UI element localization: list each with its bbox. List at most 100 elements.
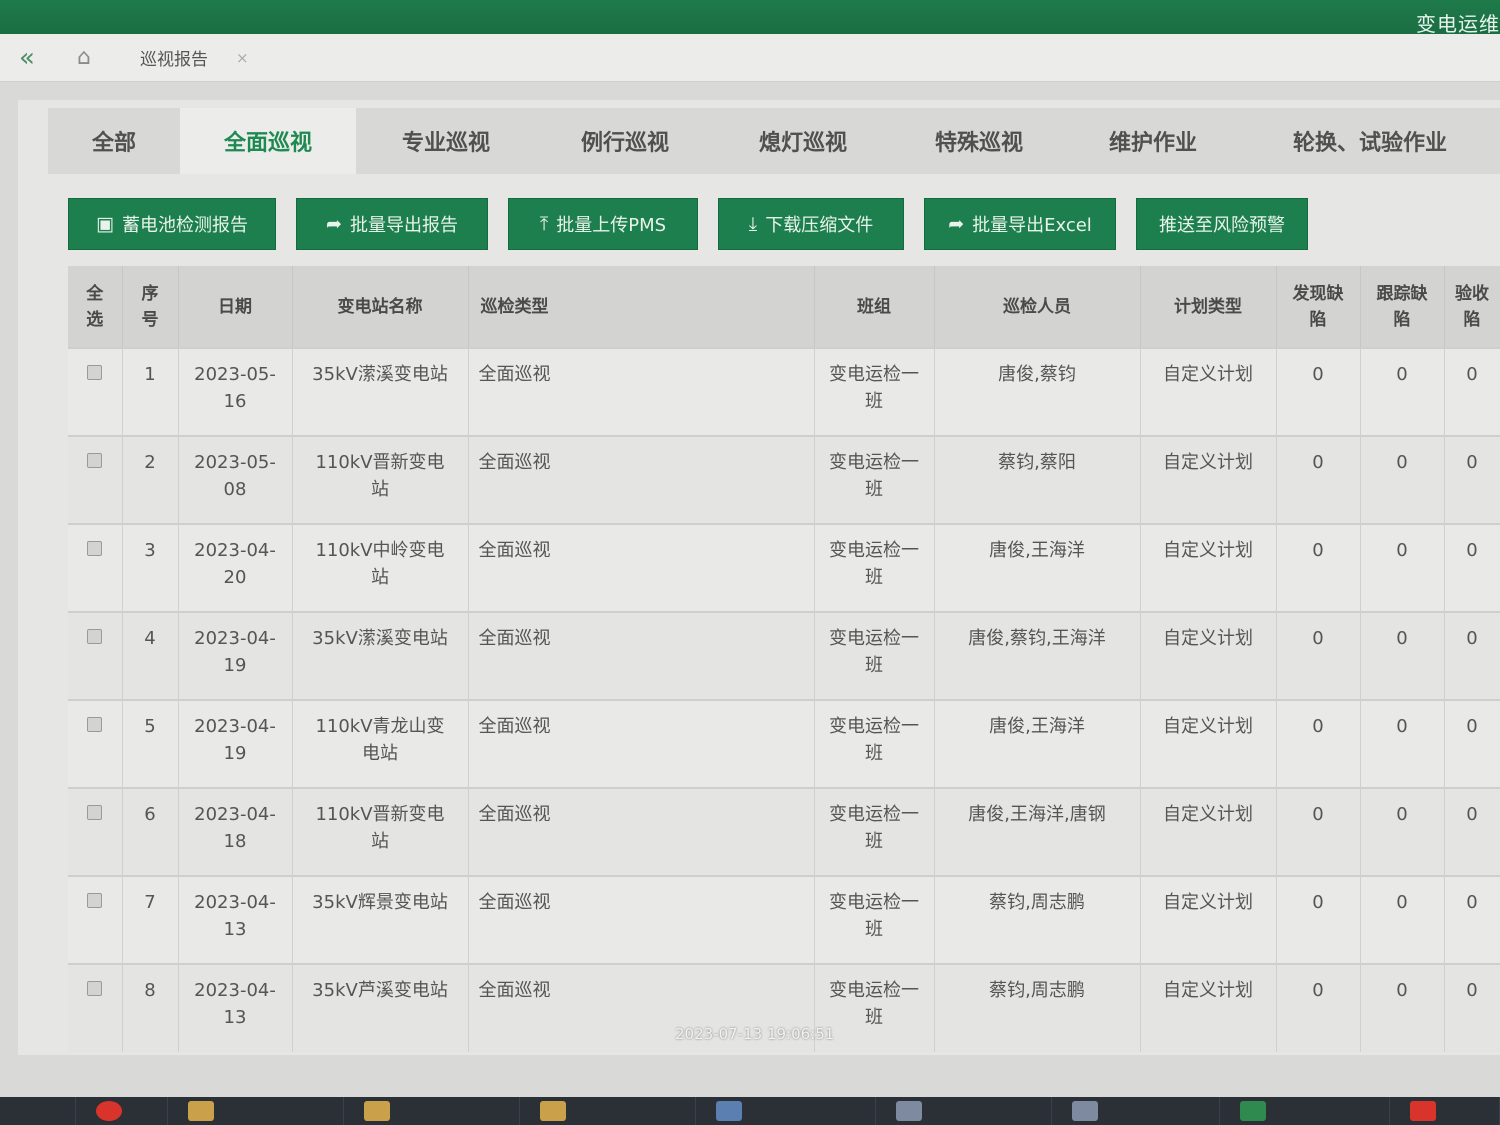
row-checkbox[interactable]: [87, 981, 103, 996]
cell-tracked-defects: 0: [1360, 875, 1445, 964]
tab-maintenance-work[interactable]: 维护作业: [1066, 108, 1240, 174]
upload-pms-button[interactable]: ⤒ 批量上传PMS: [508, 198, 698, 250]
share-arrow-icon: ➦: [326, 213, 342, 235]
cell-staff: 蔡钧,蔡阳: [934, 435, 1141, 524]
cell-plan-type: 自定义计划: [1140, 611, 1277, 700]
cell-date: 2023-05- 08: [178, 435, 293, 524]
taskbar-app-8[interactable]: [1220, 1097, 1390, 1125]
tab-lights-off-patrol[interactable]: 熄灯巡视: [714, 108, 892, 174]
header-plan-type: 计划类型: [1140, 266, 1277, 348]
cell-select: [68, 699, 123, 788]
cell-select: [68, 347, 123, 436]
cell-patrol-type: 全面巡视: [468, 435, 815, 524]
cell-date: 2023-04- 18: [178, 787, 293, 876]
cell-patrol-type: 全面巡视: [468, 523, 815, 612]
tab-routine-patrol[interactable]: 例行巡视: [536, 108, 714, 174]
cell-select: [68, 787, 123, 876]
cell-tracked-defects: 0: [1360, 787, 1445, 876]
tab-all[interactable]: 全部: [48, 108, 180, 174]
cell-accepted-defects: 0: [1444, 699, 1500, 788]
battery-report-button[interactable]: ▣ 蓄电池检测报告: [68, 198, 276, 250]
taskbar-app-4[interactable]: [520, 1097, 696, 1125]
cell-found-defects: 0: [1276, 963, 1361, 1052]
cell-select: [68, 523, 123, 612]
header-select-all[interactable]: 全 选: [68, 266, 123, 348]
cell-team: 变电运检一 班: [814, 699, 935, 788]
row-checkbox[interactable]: [87, 541, 103, 556]
app-brand-title: 变电运维: [1416, 12, 1500, 36]
cell-select: [68, 963, 123, 1052]
cell-accepted-defects: 0: [1444, 523, 1500, 612]
cell-station: 110kV中岭变电 站: [292, 523, 469, 612]
cell-tracked-defects: 0: [1360, 699, 1445, 788]
cell-team: 变电运检一 班: [814, 787, 935, 876]
header-seq: 序 号: [122, 266, 179, 348]
row-checkbox[interactable]: [87, 629, 103, 644]
cell-patrol-type: 全面巡视: [468, 699, 815, 788]
cell-team: 变电运检一 班: [814, 347, 935, 436]
cell-team: 变电运检一 班: [814, 523, 935, 612]
cell-patrol-type: 全面巡视: [468, 347, 815, 436]
cell-accepted-defects: 0: [1444, 435, 1500, 524]
folder-icon: [188, 1101, 214, 1121]
table-row[interactable]: 1 2023-05- 16 35kV潆溪变电站 全面巡视 变电运检一 班唐俊,蔡钧 自定义…: [68, 347, 1500, 436]
tab-full-patrol[interactable]: 全面巡视: [180, 108, 356, 174]
row-checkbox[interactable]: [87, 717, 103, 732]
taskbar-app-7[interactable]: [1052, 1097, 1220, 1125]
home-icon[interactable]: ⌂: [54, 45, 114, 70]
cell-team: 变电运检一 班: [814, 875, 935, 964]
taskbar-app-2[interactable]: [168, 1097, 344, 1125]
export-report-button[interactable]: ➦ 批量导出报告: [296, 198, 488, 250]
table-row[interactable]: 4 2023-04- 19 35kV潆溪变电站 全面巡视 变电运检一 班唐俊,蔡钧,王海…: [68, 611, 1500, 700]
cell-seq: 6: [122, 787, 179, 876]
download-zip-button[interactable]: ⤓ 下载压缩文件: [718, 198, 904, 250]
tab-patrol-report[interactable]: 巡视报告 ×: [140, 45, 249, 71]
taskbar-app-3[interactable]: [344, 1097, 520, 1125]
taskbar-app-6[interactable]: [876, 1097, 1052, 1125]
push-risk-warning-button[interactable]: 推送至风险预警: [1136, 198, 1308, 250]
tab-rotation-test-work[interactable]: 轮换、试验作业: [1240, 108, 1500, 174]
tab-special-patrol[interactable]: 特殊巡视: [892, 108, 1066, 174]
taskbar-app-1[interactable]: [76, 1097, 168, 1125]
table-row[interactable]: 6 2023-04- 18 110kV晋新变电 站全面巡视 变电运检一 班唐俊,王海洋…: [68, 787, 1500, 876]
row-checkbox[interactable]: [87, 453, 103, 468]
tab-professional-patrol[interactable]: 专业巡视: [356, 108, 536, 174]
cell-select: [68, 611, 123, 700]
table-row[interactable]: 2 2023-05- 08 110kV晋新变电 站全面巡视 变电运检一 班蔡钧,蔡阳自…: [68, 435, 1500, 524]
export-excel-button[interactable]: ➦ 批量导出Excel: [924, 198, 1116, 250]
row-checkbox[interactable]: [87, 893, 103, 908]
table-row[interactable]: 5 2023-04- 19 110kV青龙山变 电站 全面巡视 变电运检一 班唐俊,王海…: [68, 699, 1500, 788]
cell-seq: 7: [122, 875, 179, 964]
cell-plan-type: 自定义计划: [1140, 347, 1277, 436]
cell-tracked-defects: 0: [1360, 435, 1445, 524]
taskbar-start[interactable]: [0, 1097, 76, 1125]
cell-accepted-defects: 0: [1444, 787, 1500, 876]
cell-staff: 唐俊,王海洋: [934, 523, 1141, 612]
row-checkbox[interactable]: [87, 805, 103, 820]
cell-accepted-defects: 0: [1444, 875, 1500, 964]
taskbar-app-9[interactable]: [1390, 1097, 1500, 1125]
row-checkbox[interactable]: [87, 365, 103, 380]
header-date: 日期: [178, 266, 293, 348]
cell-team: 变电运检一 班: [814, 435, 935, 524]
download-zip-label: 下载压缩文件: [765, 215, 874, 236]
cell-seq: 4: [122, 611, 179, 700]
page-tab-bar: « ⌂ 巡视报告 ×: [0, 34, 1500, 82]
cell-plan-type: 自定义计划: [1140, 435, 1277, 524]
cell-found-defects: 0: [1276, 435, 1361, 524]
table-row[interactable]: 3 2023-04- 20 110kV中岭变电 站全面巡视 变电运检一 班唐俊,王海洋…: [68, 523, 1500, 612]
cell-staff: 蔡钧,周志鹏: [934, 963, 1141, 1052]
header-tracked-defects: 跟踪缺 陷: [1360, 266, 1445, 348]
cell-seq: 5: [122, 699, 179, 788]
collapse-sidebar-icon[interactable]: «: [0, 43, 54, 73]
cell-station: 35kV潆溪变电站: [292, 611, 469, 700]
action-toolbar: ▣ 蓄电池检测报告 ➦ 批量导出报告 ⤒ 批量上传PMS ⤓ 下载压缩文件 ➦ …: [68, 198, 1308, 250]
cell-plan-type: 自定义计划: [1140, 787, 1277, 876]
close-icon[interactable]: ×: [236, 49, 249, 67]
table-row[interactable]: 7 2023-04- 13 35kV辉景变电站 全面巡视 变电运检一 班蔡钧,周志鹏 自定…: [68, 875, 1500, 964]
cell-station: 35kV潆溪变电站: [292, 347, 469, 436]
cell-tracked-defects: 0: [1360, 347, 1445, 436]
cell-seq: 1: [122, 347, 179, 436]
taskbar-app-5[interactable]: [696, 1097, 876, 1125]
report-panel: 全部 全面巡视 专业巡视 例行巡视 熄灯巡视 特殊巡视 维护作业 轮换、试验作业…: [18, 100, 1500, 1055]
